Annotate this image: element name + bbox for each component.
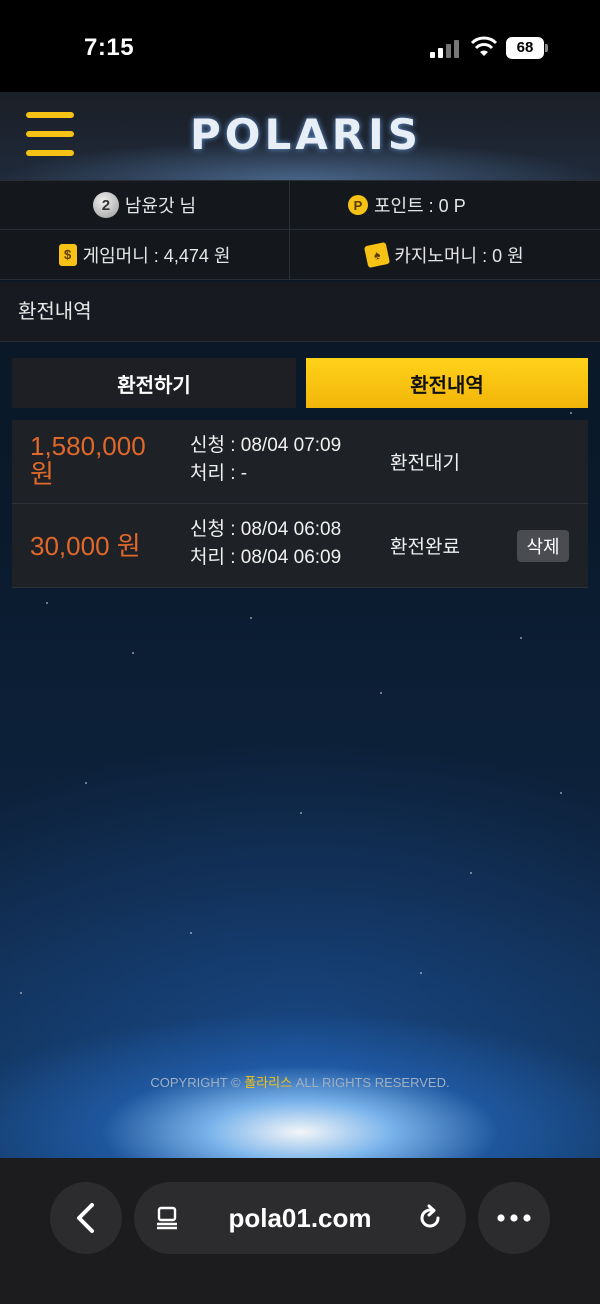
- casino-money-cell: ♠ 카지노머니 : 0 원: [290, 230, 600, 279]
- amount-value: 30,000 원: [30, 531, 141, 561]
- copyright-footer: COPYRIGHT © 폴라리스 ALL RIGHTS RESERVED.: [0, 1072, 600, 1091]
- delete-button[interactable]: 삭제: [517, 530, 569, 562]
- status-text: 환전완료: [390, 537, 460, 558]
- site-header: POLARIS: [0, 92, 600, 180]
- browser-toolbar: pola01.com: [0, 1158, 600, 1304]
- point-icon: P: [348, 195, 368, 215]
- user-name-cell: 2 남윤갓 님: [0, 181, 290, 230]
- user-info-panel: 2 남윤갓 님 P 포인트 : 0 P ⟳ 전환 $ 게임머니 : 4,474 …: [0, 180, 600, 280]
- tab-exchange-apply[interactable]: 환전하기: [12, 358, 296, 408]
- page-title: 환전내역: [0, 282, 600, 342]
- amount-unit: 원: [30, 459, 54, 489]
- battery-icon: 68: [506, 37, 548, 59]
- address-bar[interactable]: pola01.com: [134, 1182, 466, 1254]
- cards-icon: ♠: [364, 241, 391, 268]
- menu-icon[interactable]: [26, 112, 74, 156]
- requested-time: 신청 : 08/04 06:08: [190, 519, 342, 540]
- casino-money-value: 카지노머니 : 0 원: [394, 245, 524, 266]
- processed-time: 처리 : -: [190, 463, 248, 484]
- username: 남윤갓 님: [124, 196, 197, 216]
- page: POLARIS 2 남윤갓 님 P 포인트 : 0 P ⟳ 전환 $ 게임머니 …: [0, 92, 600, 1158]
- copyright-prefix: COPYRIGHT ©: [150, 1075, 245, 1090]
- ellipsis-icon: [497, 1214, 531, 1222]
- tab-exchange-history[interactable]: 환전내역: [306, 358, 588, 408]
- dates: 신청 : 08/04 06:08 처리 : 08/04 06:09: [190, 516, 341, 572]
- game-money-cell: $ 게임머니 : 4,474 원: [0, 230, 290, 279]
- wifi-icon: [470, 36, 498, 56]
- more-options-button[interactable]: [478, 1182, 550, 1254]
- money-icon: $: [58, 243, 77, 266]
- status-bar: 7:15 68: [0, 0, 600, 92]
- list-item: 30,000 원 신청 : 08/04 06:08 처리 : 08/04 06:…: [12, 504, 588, 588]
- amount-value: 1,580,000: [30, 431, 146, 461]
- reload-icon[interactable]: [416, 1204, 444, 1232]
- list-item: 1,580,000 원 신청 : 08/04 07:09 처리 : - 환전대기: [12, 420, 588, 504]
- processed-time: 처리 : 08/04 06:09: [190, 547, 342, 568]
- requested-time: 신청 : 08/04 07:09: [190, 435, 342, 456]
- copyright-brand: 폴라리스: [244, 1075, 293, 1090]
- copyright-suffix: ALL RIGHTS RESERVED.: [292, 1075, 450, 1090]
- level-badge-icon: 2: [92, 192, 119, 218]
- status-text: 환전대기: [390, 453, 460, 474]
- logo-text: POLARIS: [190, 110, 422, 159]
- amount: 1,580,000 원: [30, 432, 146, 488]
- cellular-signal-icon: [430, 38, 460, 58]
- points-value: 포인트 : 0 P: [374, 196, 466, 216]
- clock: 7:15: [84, 34, 135, 61]
- chevron-left-icon: [77, 1203, 94, 1233]
- logo[interactable]: POLARIS: [190, 110, 418, 160]
- back-button[interactable]: [50, 1182, 122, 1254]
- points-cell: P 포인트 : 0 P ⟳ 전환: [290, 181, 600, 230]
- dates: 신청 : 08/04 07:09 처리 : -: [190, 432, 341, 488]
- amount: 30,000 원: [30, 532, 141, 560]
- game-money-value: 게임머니 : 4,474 원: [82, 245, 231, 266]
- exchange-history-list: 1,580,000 원 신청 : 08/04 07:09 처리 : - 환전대기…: [12, 420, 588, 588]
